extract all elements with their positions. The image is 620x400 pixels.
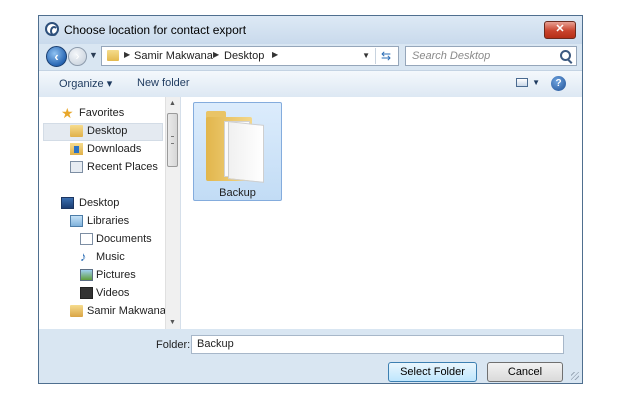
nav-item-label: Libraries [87,215,130,227]
command-bar: Organize ▾ New folder ▼ ? [39,70,582,98]
scroll-grip-icon [171,136,174,144]
title-bar[interactable]: Choose location for contact export ✕ [39,16,582,44]
choose-location-dialog: Choose location for contact export ✕ ‹ ›… [38,15,583,384]
search-input[interactable]: Search Desktop [405,46,577,66]
star-icon: ★ [61,105,74,121]
nav-item-label: Videos [96,287,130,299]
file-list: Backup [181,97,582,329]
folder-item-label: Backup [219,187,256,199]
breadcrumb-desktop[interactable]: Desktop [224,50,264,62]
folder-item-backup[interactable]: Backup [193,102,282,201]
recent-places-icon [70,161,83,173]
nav-item-label: Documents [96,233,152,245]
address-dropdown-icon[interactable]: ▼ [362,51,370,60]
nav-item-label: Desktop [87,125,128,137]
desktop-icon [61,197,74,209]
nav-scrollbar[interactable]: ▲ ▼ [165,97,180,329]
refresh-icon[interactable]: ⇆ [375,48,396,64]
forward-button[interactable]: › [68,47,87,66]
new-folder-button[interactable]: New folder [137,77,190,89]
breadcrumb-separator-icon[interactable]: ▶ [272,50,278,59]
folder-icon [70,125,83,137]
folder-label: Folder: [156,339,191,351]
music-icon: ♪ [80,249,87,264]
search-placeholder: Search Desktop [412,50,491,62]
recent-pages-dropdown-icon[interactable]: ▼ [89,50,98,60]
folder-icon [107,50,119,61]
view-options-dropdown-icon[interactable]: ▼ [532,78,540,87]
breadcrumb-separator-icon[interactable]: ▶ [213,50,219,59]
select-folder-button[interactable]: Select Folder [388,362,477,382]
address-bar[interactable]: ▶ Samir Makwana ▶ Desktop ▶ ▼ ⇆ [101,46,399,66]
window-title: Choose location for contact export [64,23,247,37]
pictures-icon [80,269,93,281]
nav-favorites-label: Favorites [79,107,125,119]
back-button[interactable]: ‹ [46,46,67,67]
downloads-icon [70,143,83,155]
address-row: ‹ › ▼ ▶ Samir Makwana ▶ Desktop ▶ ▼ ⇆ Se… [39,44,582,70]
cancel-button[interactable]: Cancel [487,362,563,382]
scroll-thumb[interactable] [167,113,178,167]
nav-item-label: Pictures [96,269,136,281]
libraries-icon [70,215,83,227]
nav-item-label: Desktop [79,197,120,209]
app-icon [45,22,59,36]
nav-item-label: Recent Places [87,161,158,173]
organize-menu[interactable]: Organize ▾ [59,77,112,90]
folder-name-field[interactable]: Backup [191,335,564,354]
search-icon[interactable] [560,50,571,61]
breadcrumb-user[interactable]: Samir Makwana [134,50,213,62]
footer-panel: Folder: Backup Select Folder Cancel [39,329,582,383]
scroll-up-icon[interactable]: ▲ [169,100,176,107]
nav-item-label: Samir Makwana [87,305,166,317]
documents-icon [80,233,93,245]
close-button[interactable]: ✕ [544,21,576,39]
navigation-pane: ★ Favorites Desktop Downloads Recent Pla… [39,97,181,329]
help-icon[interactable]: ? [551,76,566,91]
breadcrumb-separator-icon[interactable]: ▶ [124,50,130,59]
folder-icon [206,111,268,183]
user-folder-icon [70,305,83,317]
change-view-icon[interactable] [516,78,528,87]
videos-icon [80,287,93,299]
scroll-down-icon[interactable]: ▼ [169,319,176,326]
resize-grip-icon[interactable] [571,372,579,380]
nav-item-label: Downloads [87,143,142,155]
nav-item-label: Music [96,251,125,263]
